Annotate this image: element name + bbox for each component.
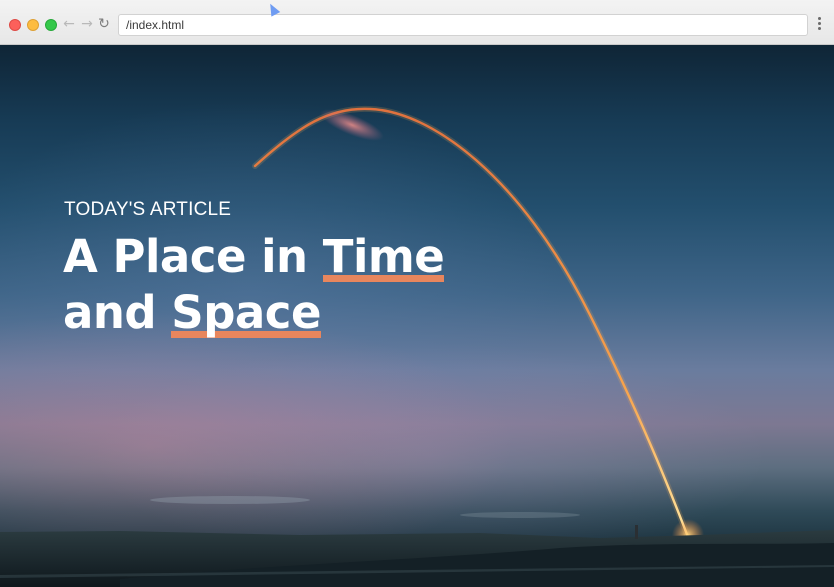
back-arrow-icon[interactable]: ← <box>62 16 76 32</box>
reload-icon[interactable]: ↻ <box>97 16 111 32</box>
address-url: /index.html <box>126 18 185 32</box>
article-kicker: TODAY'S ARTICLE <box>64 199 232 220</box>
minimize-window-button[interactable] <box>27 19 39 31</box>
headline-highlight-space: Space <box>171 286 321 339</box>
address-bar[interactable]: /index.html <box>118 14 808 36</box>
article-headline: A Place in Time and Space <box>63 229 523 341</box>
browser-toolbar: ← → ↻ /index.html <box>0 0 834 45</box>
headline-text-1: A Place in <box>63 230 323 283</box>
menu-dots-icon[interactable] <box>816 17 822 33</box>
forward-arrow-icon[interactable]: → <box>80 16 94 32</box>
headline-highlight-time: Time <box>322 230 445 283</box>
close-window-button[interactable] <box>9 19 21 31</box>
hero-section: TODAY'S ARTICLE A Place in Time and Spac… <box>0 45 834 587</box>
headline-text-2: and <box>63 286 172 339</box>
browser-window: ← → ↻ /index.html TODAY'S ARTICLE A Plac… <box>0 0 834 587</box>
maximize-window-button[interactable] <box>45 19 57 31</box>
